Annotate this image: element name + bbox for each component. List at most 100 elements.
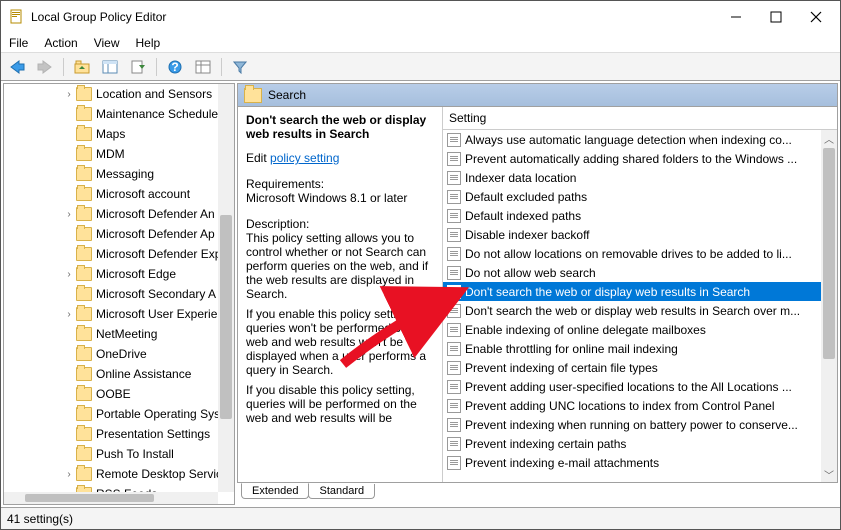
tree-node[interactable]: OneDrive (4, 344, 234, 364)
tree-node[interactable]: Microsoft Defender Exp (4, 244, 234, 264)
policy-icon (447, 247, 461, 261)
list-item-label: Prevent indexing of certain file types (465, 361, 658, 375)
list-scrollbar[interactable]: ︿ ﹀ (821, 130, 837, 482)
tree-node-label: Microsoft Defender An (96, 207, 215, 221)
settings-list: Always use automatic language detection … (442, 130, 837, 482)
policy-icon (447, 285, 461, 299)
list-item[interactable]: Do not allow web search (443, 263, 821, 282)
properties-button[interactable] (191, 56, 215, 78)
tree-node[interactable]: Push To Install (4, 444, 234, 464)
tree-node[interactable]: Online Assistance (4, 364, 234, 384)
list-item[interactable]: Indexer data location (443, 168, 821, 187)
list-item[interactable]: Prevent adding user-specified locations … (443, 377, 821, 396)
tree-node[interactable]: ›Microsoft Edge (4, 264, 234, 284)
list-item[interactable]: Don't search the web or display web resu… (443, 301, 821, 320)
list-item[interactable]: Always use automatic language detection … (443, 130, 821, 149)
titlebar: Local Group Policy Editor (1, 1, 840, 33)
menu-file[interactable]: File (9, 36, 28, 50)
scroll-down-icon[interactable]: ﹀ (821, 466, 837, 482)
detail-edit-label: Edit (246, 151, 267, 165)
list-item[interactable]: Enable throttling for online mail indexi… (443, 339, 821, 358)
tree-node[interactable]: Microsoft Secondary A (4, 284, 234, 304)
menu-action[interactable]: Action (44, 36, 77, 50)
statusbar: 41 setting(s) (1, 507, 840, 529)
tree-node[interactable]: OOBE (4, 384, 234, 404)
policy-icon (447, 399, 461, 413)
expand-icon[interactable]: › (62, 309, 76, 320)
list-item[interactable]: Enable indexing of online delegate mailb… (443, 320, 821, 339)
tree-node-label: Microsoft Secondary A (96, 287, 216, 301)
folder-icon (76, 447, 92, 461)
tree-node[interactable]: Presentation Settings (4, 424, 234, 444)
list-item-label: Enable indexing of online delegate mailb… (465, 323, 706, 337)
right-header: Search (237, 83, 838, 107)
back-button[interactable] (5, 56, 29, 78)
tree-node[interactable]: Messaging (4, 164, 234, 184)
folder-icon (76, 127, 92, 141)
minimize-button[interactable] (724, 5, 748, 29)
list-item-label: Don't search the web or display web resu… (465, 285, 750, 299)
close-button[interactable] (804, 5, 828, 29)
policy-icon (447, 190, 461, 204)
list-item[interactable]: Prevent indexing of certain file types (443, 358, 821, 377)
column-header-setting[interactable]: Setting (442, 107, 837, 130)
window: Local Group Policy Editor File Action Vi… (0, 0, 841, 530)
up-button[interactable] (70, 56, 94, 78)
tree-node[interactable]: Portable Operating Sys (4, 404, 234, 424)
help-button[interactable]: ? (163, 56, 187, 78)
folder-icon (76, 387, 92, 401)
expand-icon[interactable]: › (62, 269, 76, 280)
tree-scrollbar-vertical[interactable] (218, 84, 234, 492)
tree-node[interactable]: ›Remote Desktop Servic (4, 464, 234, 484)
requirements-text: Microsoft Windows 8.1 or later (246, 191, 407, 205)
list-item[interactable]: Do not allow locations on removable driv… (443, 244, 821, 263)
list-item[interactable]: Prevent indexing e-mail attachments (443, 453, 821, 472)
status-text: 41 setting(s) (7, 512, 73, 526)
export-button[interactable] (126, 56, 150, 78)
tab-standard[interactable]: Standard (308, 484, 375, 499)
folder-icon (76, 427, 92, 441)
list-item[interactable]: Prevent indexing certain paths (443, 434, 821, 453)
list-item[interactable]: Prevent automatically adding shared fold… (443, 149, 821, 168)
menu-view[interactable]: View (94, 36, 120, 50)
right-header-title: Search (268, 88, 306, 102)
tree-node[interactable]: NetMeeting (4, 324, 234, 344)
folder-icon (244, 88, 262, 103)
list-item[interactable]: Disable indexer backoff (443, 225, 821, 244)
scroll-up-icon[interactable]: ︿ (821, 130, 837, 146)
list-item[interactable]: Prevent adding UNC locations to index fr… (443, 396, 821, 415)
tree-node[interactable]: Maps (4, 124, 234, 144)
tree-node[interactable]: ›Microsoft User Experien (4, 304, 234, 324)
list-item[interactable]: Default excluded paths (443, 187, 821, 206)
tree-node[interactable]: ›Location and Sensors (4, 84, 234, 104)
folder-icon (76, 467, 92, 481)
tree-node[interactable]: › Microsoft Defender An (4, 204, 234, 224)
policy-icon (447, 228, 461, 242)
list-item-label: Do not allow web search (465, 266, 596, 280)
tree-node[interactable]: Microsoft Defender Ap (4, 224, 234, 244)
list-item[interactable]: Prevent indexing when running on battery… (443, 415, 821, 434)
tree-node[interactable]: Microsoft account (4, 184, 234, 204)
folder-icon (76, 247, 92, 261)
expand-icon[interactable]: › (62, 89, 76, 100)
tree-node-label: OOBE (96, 387, 131, 401)
tree-node[interactable]: RSS Feeds (4, 484, 234, 492)
expand-icon[interactable]: › (62, 469, 76, 480)
list-item[interactable]: Default indexed paths (443, 206, 821, 225)
maximize-button[interactable] (764, 5, 788, 29)
policy-setting-link[interactable]: policy setting (270, 151, 339, 165)
tree-scrollbar-horizontal[interactable] (4, 492, 218, 504)
tree-node[interactable]: Maintenance Schedule (4, 104, 234, 124)
window-title: Local Group Policy Editor (31, 10, 724, 24)
list-item-label: Prevent adding user-specified locations … (465, 380, 792, 394)
list-item-label: Indexer data location (465, 171, 576, 185)
show-hide-button[interactable] (98, 56, 122, 78)
filter-button[interactable] (228, 56, 252, 78)
forward-button[interactable] (33, 56, 57, 78)
tree-node[interactable]: MDM (4, 144, 234, 164)
policy-icon (447, 209, 461, 223)
menu-help[interactable]: Help (136, 36, 161, 50)
list-item[interactable]: Don't search the web or display web resu… (443, 282, 821, 301)
tab-extended[interactable]: Extended (241, 483, 309, 499)
expand-icon[interactable]: › (62, 209, 76, 220)
